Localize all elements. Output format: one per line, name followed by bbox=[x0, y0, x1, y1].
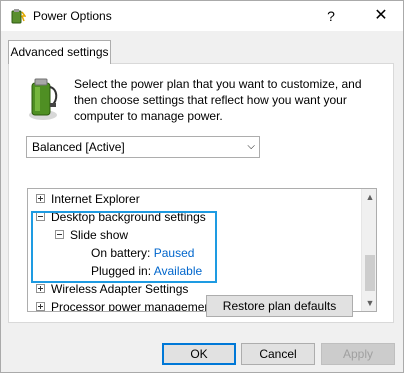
power-options-window: Power Options ? ✕ Advanced settings Sele… bbox=[0, 0, 404, 373]
expand-plus-icon[interactable] bbox=[36, 284, 45, 294]
power-plan-value: Balanced [Active] bbox=[32, 140, 125, 154]
tab-advanced-settings[interactable]: Advanced settings bbox=[8, 40, 111, 64]
power-options-icon bbox=[11, 9, 26, 24]
close-button[interactable]: ✕ bbox=[369, 5, 393, 27]
tree-scrollbar[interactable]: ▲ ▼ bbox=[361, 189, 376, 311]
expand-plus-icon[interactable] bbox=[36, 302, 45, 311]
cancel-button[interactable]: Cancel bbox=[241, 343, 315, 365]
expand-plus-icon[interactable] bbox=[36, 194, 45, 204]
help-button[interactable]: ? bbox=[319, 6, 343, 26]
tree-item-processor-power[interactable]: Processor power management bbox=[36, 298, 214, 311]
scroll-up-arrow-icon[interactable]: ▲ bbox=[362, 189, 376, 205]
desktop-background-highlight bbox=[31, 211, 217, 283]
scroll-down-arrow-icon[interactable]: ▼ bbox=[362, 295, 376, 311]
battery-plan-icon bbox=[29, 78, 58, 120]
restore-plan-defaults-button[interactable]: Restore plan defaults bbox=[206, 295, 353, 317]
chevron-down-icon: ⌵ bbox=[247, 141, 255, 152]
power-plan-dropdown[interactable]: Balanced [Active] ⌵ bbox=[26, 136, 260, 158]
title-bar: Power Options ? ✕ bbox=[1, 1, 403, 31]
ok-button[interactable]: OK bbox=[162, 343, 236, 365]
apply-button[interactable]: Apply bbox=[321, 343, 395, 365]
tree-item-internet-explorer[interactable]: Internet Explorer bbox=[36, 190, 140, 208]
dialog-body: Advanced settings Select the power plan … bbox=[1, 31, 403, 372]
intro-text: Select the power plan that you want to c… bbox=[74, 77, 362, 123]
scroll-thumb[interactable] bbox=[365, 255, 375, 291]
window-title: Power Options bbox=[33, 9, 112, 23]
